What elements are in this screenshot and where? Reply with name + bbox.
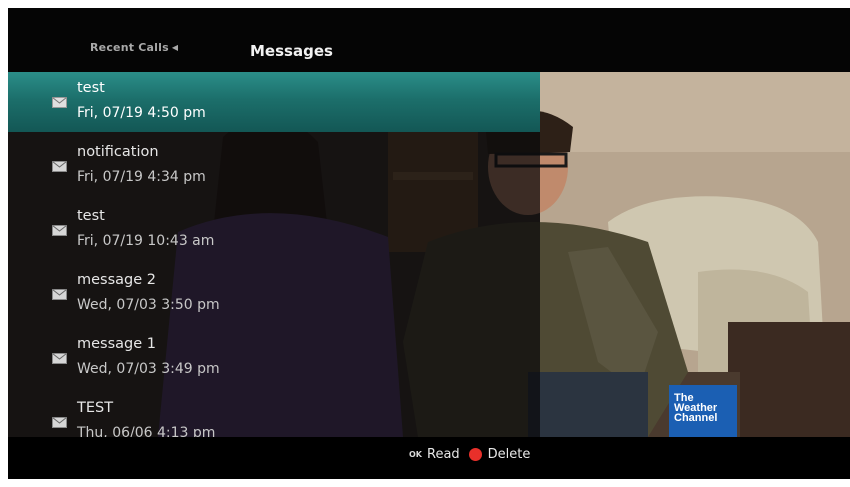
message-date: Fri, 07/19 4:34 pm bbox=[77, 169, 206, 185]
envelope-icon bbox=[52, 97, 67, 108]
header-bar: Recent Calls ◀ Messages bbox=[8, 8, 850, 72]
message-item[interactable]: test Fri, 07/19 4:50 pm bbox=[8, 72, 540, 132]
ok-key-icon: OK bbox=[409, 450, 422, 459]
red-button-icon bbox=[468, 448, 482, 461]
message-date: Wed, 07/03 3:49 pm bbox=[77, 361, 220, 377]
tab-messages[interactable]: Messages bbox=[250, 42, 333, 60]
envelope-icon bbox=[52, 353, 67, 364]
message-title: test bbox=[77, 208, 105, 224]
envelope-icon bbox=[52, 161, 67, 172]
footer-bar: OK Read Delete bbox=[8, 437, 850, 479]
message-item[interactable]: message 2 Wed, 07/03 3:50 pm bbox=[8, 264, 540, 324]
message-item[interactable]: test Fri, 07/19 10:43 am bbox=[8, 200, 540, 260]
message-list: test Fri, 07/19 4:50 pm notification Fri… bbox=[8, 72, 540, 437]
message-item[interactable]: notification Fri, 07/19 4:34 pm bbox=[8, 136, 540, 196]
message-date: Fri, 07/19 4:50 pm bbox=[77, 105, 206, 121]
message-title: message 1 bbox=[77, 336, 156, 352]
message-title: test bbox=[77, 80, 105, 96]
message-title: message 2 bbox=[77, 272, 156, 288]
read-action-label[interactable]: Read bbox=[427, 447, 460, 462]
message-title: notification bbox=[77, 144, 159, 160]
message-item[interactable]: TEST Thu, 06/06 4:13 pm bbox=[8, 392, 540, 437]
tab-recent-calls[interactable]: Recent Calls ◀ bbox=[90, 41, 178, 54]
channel-logo-line3: Channel bbox=[674, 412, 718, 424]
triangle-left-icon: ◀ bbox=[171, 43, 179, 52]
envelope-icon bbox=[52, 289, 67, 300]
message-item[interactable]: message 1 Wed, 07/03 3:49 pm bbox=[8, 328, 540, 388]
message-date: Fri, 07/19 10:43 am bbox=[77, 233, 215, 249]
delete-action-label[interactable]: Delete bbox=[488, 447, 531, 462]
message-date: Wed, 07/03 3:50 pm bbox=[77, 297, 220, 313]
tab-recent-calls-label: Recent Calls bbox=[90, 41, 169, 54]
key-legend: OK Read Delete bbox=[409, 447, 530, 462]
message-title: TEST bbox=[77, 400, 114, 416]
message-date: Thu, 06/06 4:13 pm bbox=[77, 425, 216, 437]
tv-screen: The Weather Channel Recent Calls ◀ Messag… bbox=[8, 8, 850, 479]
envelope-icon bbox=[52, 225, 67, 236]
weather-channel-logo: The Weather Channel bbox=[669, 385, 737, 437]
envelope-icon bbox=[52, 417, 67, 428]
